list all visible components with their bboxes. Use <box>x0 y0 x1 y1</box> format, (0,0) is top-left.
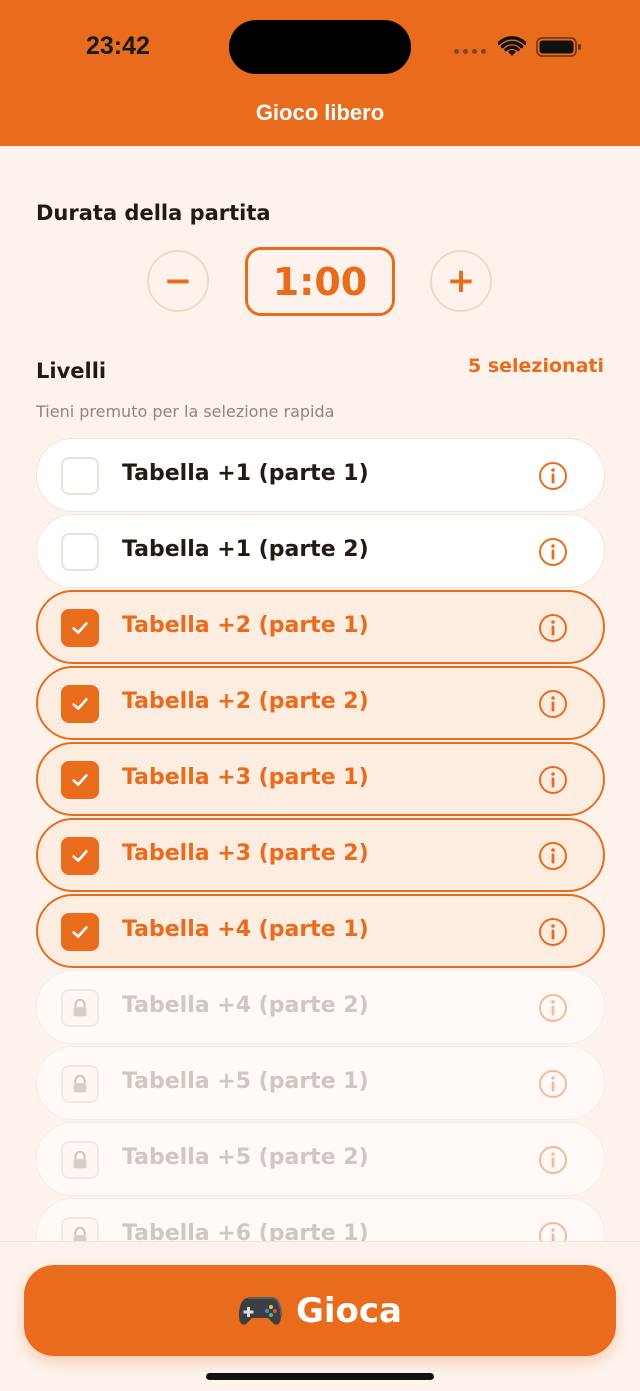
home-indicator <box>206 1373 434 1380</box>
level-label: Tabella +2 (parte 1) <box>122 613 369 638</box>
level-label: Tabella +5 (parte 2) <box>122 1145 369 1170</box>
level-row[interactable]: Tabella +5 (parte 2) <box>36 1122 605 1196</box>
decrement-duration-button[interactable]: − <box>147 250 209 312</box>
dynamic-island <box>229 20 411 74</box>
levels-label: Livelli <box>36 359 107 383</box>
selected-count-badge[interactable]: 5 selezionati <box>468 355 604 377</box>
lock-icon <box>61 989 99 1027</box>
info-icon[interactable] <box>538 689 568 719</box>
lock-icon <box>61 1141 99 1179</box>
level-row[interactable]: Tabella +2 (parte 1) <box>36 590 605 664</box>
level-label: Tabella +5 (parte 1) <box>122 1069 369 1094</box>
checkbox-checked[interactable] <box>61 609 99 647</box>
checkbox[interactable] <box>61 533 99 571</box>
level-label: Tabella +3 (parte 1) <box>122 765 369 790</box>
status-time: 23:42 <box>86 32 150 60</box>
level-row[interactable]: Tabella +3 (parte 1) <box>36 742 605 816</box>
checkbox-checked[interactable] <box>61 761 99 799</box>
level-row[interactable]: Tabella +4 (parte 1) <box>36 894 605 968</box>
level-row[interactable]: Tabella +5 (parte 1) <box>36 1046 605 1120</box>
play-label: Gioca <box>295 1290 403 1331</box>
increment-duration-button[interactable]: + <box>430 250 492 312</box>
info-icon[interactable] <box>538 461 568 491</box>
info-icon[interactable] <box>538 841 568 871</box>
level-row[interactable]: Tabella +3 (parte 2) <box>36 818 605 892</box>
info-icon[interactable] <box>538 993 568 1023</box>
level-row[interactable]: Tabella +4 (parte 2) <box>36 970 605 1044</box>
info-icon[interactable] <box>538 537 568 567</box>
level-label: Tabella +6 (parte 1) <box>122 1221 369 1241</box>
battery-icon <box>536 37 581 57</box>
lock-icon <box>61 1065 99 1103</box>
duration-value: 1:00 <box>245 247 395 316</box>
checkbox-checked[interactable] <box>61 913 99 951</box>
gamepad-icon <box>238 1296 282 1325</box>
level-row[interactable]: Tabella +1 (parte 1) <box>36 438 605 512</box>
info-icon[interactable] <box>538 1145 568 1175</box>
level-row[interactable]: Tabella +6 (parte 1) <box>36 1198 605 1241</box>
info-icon[interactable] <box>538 917 568 947</box>
info-icon[interactable] <box>538 765 568 795</box>
lock-icon <box>61 1217 99 1241</box>
wifi-icon <box>498 36 526 56</box>
level-label: Tabella +2 (parte 2) <box>122 689 369 714</box>
level-label: Tabella +4 (parte 1) <box>122 917 369 942</box>
level-label: Tabella +3 (parte 2) <box>122 841 369 866</box>
checkbox[interactable] <box>61 457 99 495</box>
cellular-signal-icon <box>454 49 488 55</box>
info-icon[interactable] <box>538 1069 568 1099</box>
page-title: Gioco libero <box>255 100 385 125</box>
quick-select-hint: Tieni premuto per la selezione rapida <box>36 402 335 421</box>
level-label: Tabella +1 (parte 1) <box>122 461 369 486</box>
info-icon[interactable] <box>538 1221 568 1241</box>
header: 23:42 Gioco libero <box>0 0 640 146</box>
level-row[interactable]: Tabella +1 (parte 2) <box>36 514 605 588</box>
checkbox-checked[interactable] <box>61 837 99 875</box>
levels-list[interactable]: Tabella +1 (parte 1) Tabella +1 (parte 2)… <box>36 438 605 1241</box>
level-row[interactable]: Tabella +2 (parte 2) <box>36 666 605 740</box>
checkbox-checked[interactable] <box>61 685 99 723</box>
info-icon[interactable] <box>538 613 568 643</box>
play-button[interactable]: Gioca <box>24 1265 616 1356</box>
level-label: Tabella +1 (parte 2) <box>122 537 369 562</box>
duration-label: Durata della partita <box>36 201 271 225</box>
level-label: Tabella +4 (parte 2) <box>122 993 369 1018</box>
